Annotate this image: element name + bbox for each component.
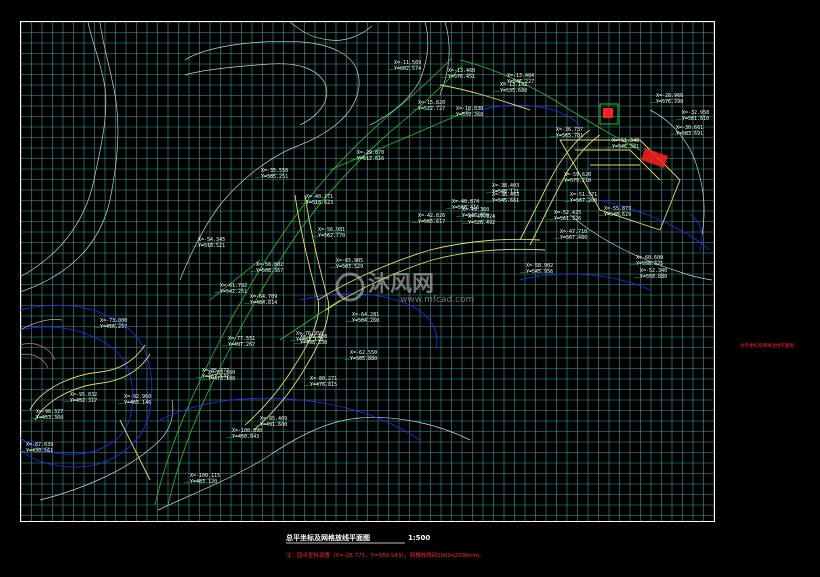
- coordinate-y: Y=491.600: [260, 422, 287, 428]
- coordinate-y: Y=473.100: [208, 376, 235, 382]
- coordinate-y: Y=567.200: [570, 198, 597, 204]
- coordinate-y: Y=465.146: [124, 400, 151, 406]
- coordinate-y: Y=583.691: [676, 131, 703, 137]
- coordinate-y: Y=540.629: [604, 212, 631, 218]
- coordinate-y: Y=542.251: [220, 289, 247, 295]
- coordinate-y: Y=546.680: [462, 213, 489, 219]
- coordinate-y: Y=476.815: [310, 382, 337, 388]
- coordinate-y: Y=508.367: [256, 268, 283, 274]
- coordinate-y: Y=484.814: [250, 300, 277, 306]
- coordinate-y: Y=581.810: [682, 116, 709, 122]
- watermark-url: www.mfcad.com: [400, 295, 474, 305]
- coordinate-y: Y=503.529: [336, 264, 363, 270]
- coordinate-y: Y=450.043: [232, 434, 259, 440]
- coordinate-y: Y=562.770: [318, 233, 345, 239]
- coordinate-y: Y=558.880: [640, 274, 667, 280]
- coordinate-y: Y=561.326: [554, 216, 581, 222]
- coordinate-y: Y=453.360: [36, 415, 63, 421]
- coordinate-y: Y=546.381: [612, 144, 639, 150]
- coordinate-y: Y=545.956: [526, 269, 553, 275]
- coordinate-y: Y=545.661: [492, 198, 519, 204]
- coordinate-y: Y=452.317: [70, 398, 97, 404]
- coordinate-y: Y=585.251: [261, 174, 288, 180]
- coordinate-y: Y=505.880: [350, 356, 377, 362]
- cad-drawing: X=-11.569Y=602.574 X=-13.460Y=576.451 X=-1…: [0, 0, 820, 577]
- coordinate-y: Y=430.561: [26, 448, 53, 454]
- coordinate-y: Y=567.480: [560, 235, 587, 241]
- coordinate-y: Y=518.521: [198, 243, 225, 249]
- coordinate-y: Y=522.727: [418, 106, 445, 112]
- coordinate-y: Y=579.210: [564, 178, 591, 184]
- coordinate-y: Y=565.781: [556, 133, 583, 139]
- coordinate-y: Y=526.492: [468, 220, 495, 226]
- coordinate-y: Y=576.451: [448, 74, 475, 80]
- drawing-note: 注：园点坐标设置（X=-28.771，Y=560.543），网格放线间2000x…: [286, 551, 485, 559]
- coordinate-y: Y=576.398: [656, 99, 683, 105]
- drawing-title: 总平坐标及网格放线平面图: [286, 533, 370, 542]
- watermark-brand: 沐风网: [368, 272, 434, 297]
- coordinate-y: Y=483.120: [190, 479, 217, 485]
- coordinate-y: Y=456.257: [100, 324, 127, 330]
- coordinate-y: Y=535.680: [500, 88, 527, 94]
- drawing-scale: 1:500: [408, 534, 430, 542]
- coordinate-y: Y=565.617: [418, 219, 445, 225]
- coordinate-y: Y=602.574: [394, 66, 421, 72]
- coordinate-y: Y=518.623: [306, 200, 333, 206]
- coordinate-y: Y=558.325: [636, 261, 663, 267]
- coordinate-y: Y=504.260: [352, 318, 379, 324]
- coordinate-y: Y=539.368: [456, 112, 483, 118]
- coordinate-label: X=-100.890Y=450.043: [225, 428, 262, 440]
- coordinate-y: Y=497.267: [228, 342, 255, 348]
- side-label: 总平坐标及网格放线平面图: [740, 342, 794, 349]
- coordinate-y: Y=512.616: [357, 156, 384, 162]
- coordinate-label: X=-100.115Y=483.120: [183, 473, 220, 485]
- coordinate-y: Y=498.330: [300, 340, 327, 346]
